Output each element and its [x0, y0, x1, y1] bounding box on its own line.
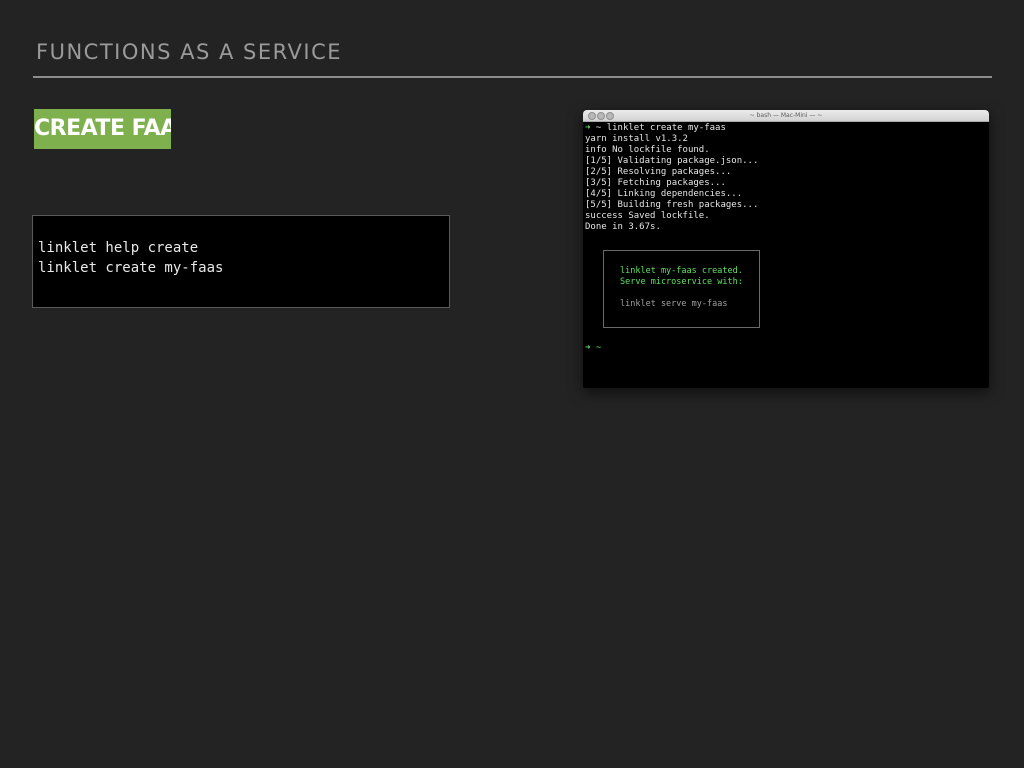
slide: FUNCTIONS AS A SERVICE CREATE FAAS linkl… — [0, 0, 1024, 768]
terminal-titlebar[interactable]: ~ bash — Mac-Mini — ~ — [583, 110, 989, 122]
prompt-arrow-icon: ➜ — [585, 343, 591, 353]
terminal-output-line: [1/5] Validating package.json... — [585, 156, 759, 166]
terminal-output-line: [2/5] Resolving packages... — [585, 167, 732, 177]
terminal-output-line: [4/5] Linking dependencies... — [585, 189, 743, 199]
terminal-output-line: [5/5] Building fresh packages... — [585, 200, 759, 210]
prompt-cwd: ~ — [595, 343, 602, 353]
code-line: linklet help create — [38, 240, 199, 256]
section-tag: CREATE FAAS — [34, 109, 171, 149]
prompt-cwd: ~ — [595, 123, 602, 133]
terminal-title: ~ bash — Mac-Mini — ~ — [749, 112, 823, 119]
terminal-command-line: ➜ ~ linklet create my-faas — [585, 123, 726, 134]
terminal-output-line: info No lockfile found. — [585, 145, 710, 155]
code-snippet-box: linklet help create linklet create my-fa… — [32, 215, 450, 308]
message-serve-hint: Serve microservice with: — [620, 277, 743, 287]
message-serve-command: linklet serve my-faas — [620, 299, 728, 309]
terminal-final-prompt[interactable]: ➜ ~ — [585, 343, 601, 354]
terminal-command: linklet create my-faas — [606, 123, 726, 133]
terminal-message-box: linklet my-faas created. Serve microserv… — [603, 250, 760, 328]
terminal-window[interactable]: ~ bash — Mac-Mini — ~ ➜ ~ linklet create… — [583, 110, 989, 388]
heading-divider — [33, 76, 992, 78]
prompt-arrow-icon: ➜ — [585, 123, 591, 133]
slide-heading: FUNCTIONS AS A SERVICE — [36, 40, 343, 64]
terminal-output-line: [3/5] Fetching packages... — [585, 178, 726, 188]
terminal-output-line: success Saved lockfile. — [585, 211, 710, 221]
terminal-output-line: Done in 3.67s. — [585, 222, 661, 232]
message-created: linklet my-faas created. — [620, 266, 743, 276]
terminal-output-line: yarn install v1.3.2 — [585, 134, 688, 144]
code-line: linklet create my-faas — [38, 260, 224, 276]
